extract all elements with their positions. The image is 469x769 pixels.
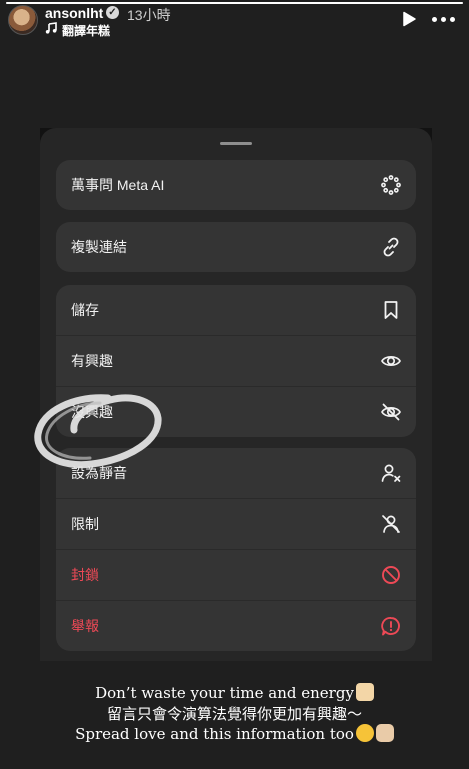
menu-item-label: 沒興趣 xyxy=(71,404,113,420)
caption-text: Don’t waste your time and energy xyxy=(95,684,354,702)
caption-text: Spread love and this information too xyxy=(75,725,354,743)
meta-ai-icon xyxy=(381,175,401,195)
menu-item-copy-link[interactable]: 複製連結 xyxy=(56,222,416,272)
menu-group-link: 複製連結 xyxy=(56,222,416,272)
music-note-icon xyxy=(45,22,57,34)
post-time: 13小時 xyxy=(127,7,171,23)
menu-item-label: 封鎖 xyxy=(71,567,99,583)
story-header: ansonlht ✓ 13小時 翻譯年糕 xyxy=(0,0,469,40)
link-icon xyxy=(383,237,399,257)
menu-group-interest: 儲存 有興趣 沒興趣 xyxy=(56,285,416,437)
block-icon xyxy=(382,566,400,584)
menu-item-meta-ai[interactable]: 萬事問 Meta AI xyxy=(56,160,416,210)
menu-item-mute[interactable]: 設為靜音 xyxy=(56,448,416,499)
laughing-face-emoji-icon xyxy=(355,724,374,742)
mute-user-icon xyxy=(381,464,401,482)
report-icon xyxy=(381,617,400,636)
options-sheet: 萬事問 Meta AI 複製連結 儲存 有興趣 沒興趣 設為靜音 限制 封鎖 舉… xyxy=(40,128,432,661)
menu-item-save[interactable]: 儲存 xyxy=(56,285,416,336)
menu-group-meta-ai: 萬事問 Meta AI xyxy=(56,160,416,210)
avatar[interactable] xyxy=(8,5,38,35)
raised-hands-emoji-icon xyxy=(355,683,374,701)
play-icon[interactable] xyxy=(401,11,417,27)
menu-item-label: 萬事問 Meta AI xyxy=(71,177,165,193)
restrict-icon xyxy=(382,515,400,533)
menu-item-label: 設為靜音 xyxy=(71,465,127,481)
menu-item-label: 有興趣 xyxy=(71,353,113,369)
menu-item-block[interactable]: 封鎖 xyxy=(56,550,416,601)
menu-group-account-actions: 設為靜音 限制 封鎖 舉報 xyxy=(56,448,416,651)
menu-item-label: 限制 xyxy=(71,516,99,532)
sheet-grabber[interactable] xyxy=(220,142,252,145)
flexed-biceps-emoji-icon xyxy=(375,724,394,742)
more-options-icon[interactable] xyxy=(432,17,456,23)
bookmark-icon xyxy=(384,301,398,319)
menu-item-label: 複製連結 xyxy=(71,239,127,255)
menu-item-report[interactable]: 舉報 xyxy=(56,601,416,651)
menu-item-restrict[interactable]: 限制 xyxy=(56,499,416,550)
verified-badge-icon: ✓ xyxy=(106,6,119,19)
caption-line-1: Don’t waste your time and energy xyxy=(0,683,469,702)
menu-item-not-interested[interactable]: 沒興趣 xyxy=(56,387,416,437)
caption-line-2: 留言只會令演算法覺得你更加有興趣～ xyxy=(0,703,469,724)
menu-item-label: 舉報 xyxy=(71,618,99,634)
eye-icon xyxy=(381,356,401,366)
username[interactable]: ansonlht xyxy=(45,5,103,21)
menu-item-interested[interactable]: 有興趣 xyxy=(56,336,416,387)
caption-text: 留言只會令演算法覺得你更加有興趣～ xyxy=(106,705,362,723)
caption-line-3: Spread love and this information too xyxy=(0,724,469,743)
eye-off-icon xyxy=(381,403,401,421)
music-label[interactable]: 翻譯年糕 xyxy=(62,22,110,39)
menu-item-label: 儲存 xyxy=(71,302,99,318)
